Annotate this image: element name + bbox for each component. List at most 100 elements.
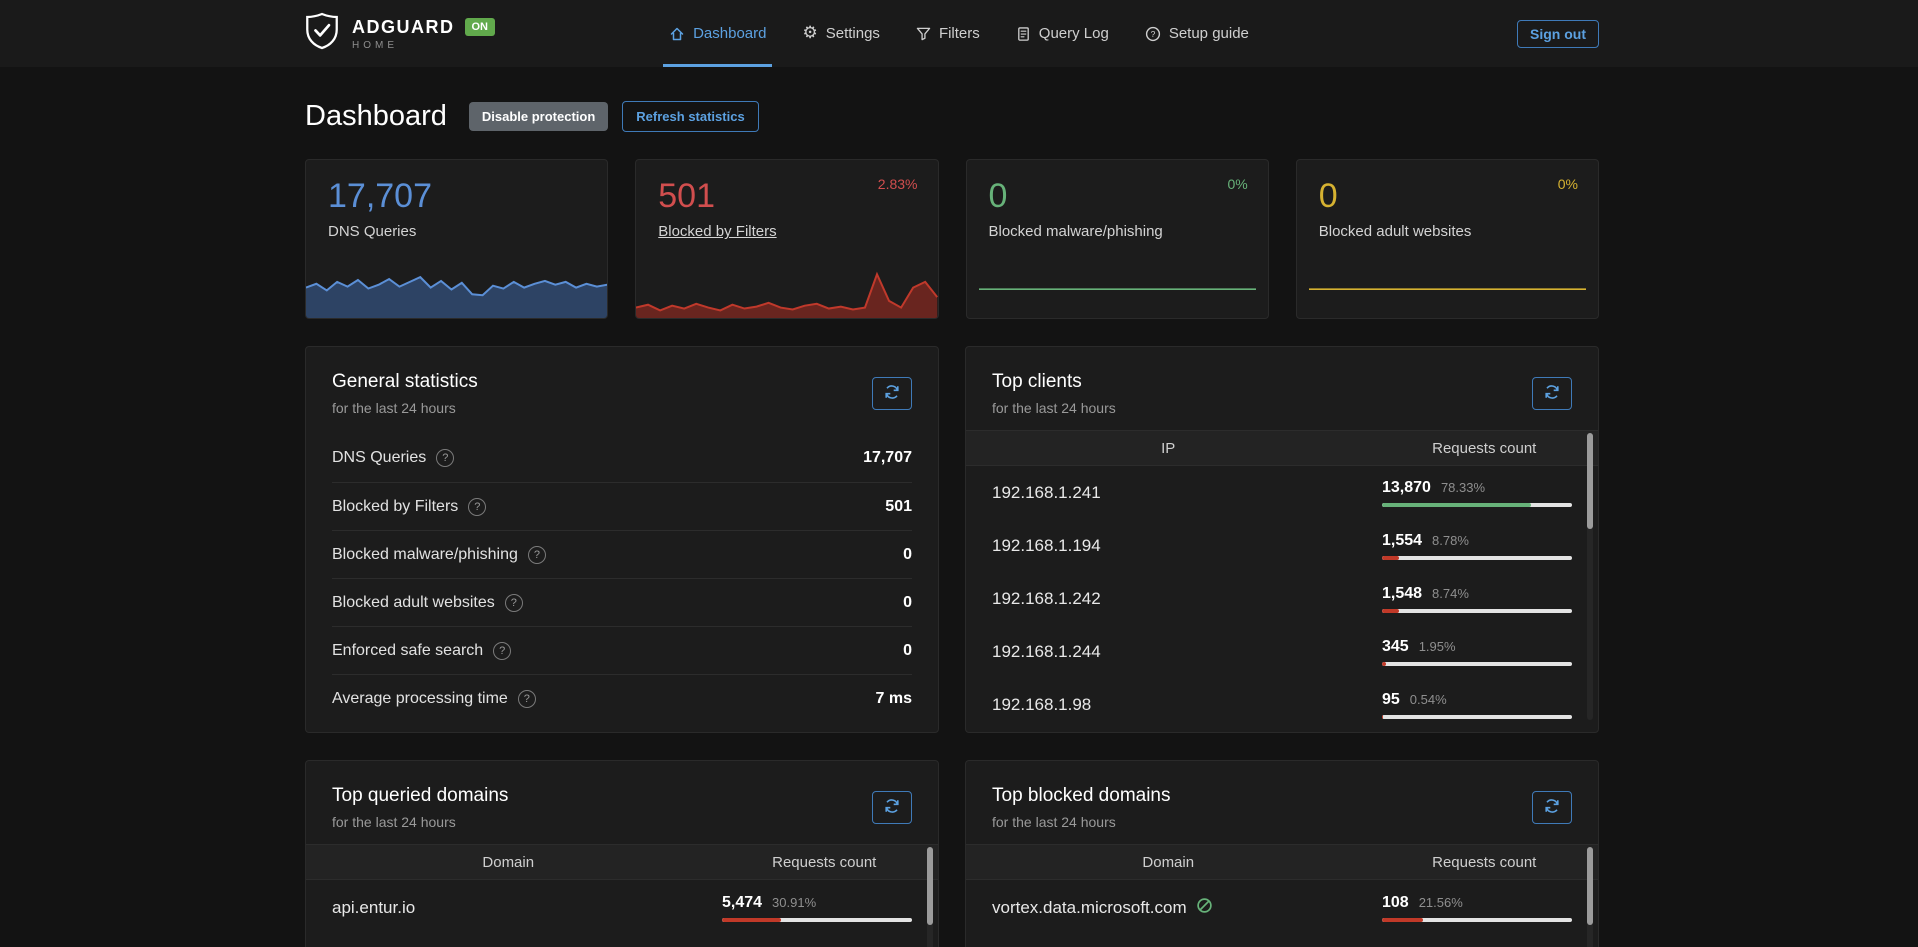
top-clients-panel: Top clients for the last 24 hours IP Req…	[965, 346, 1599, 733]
dns-queries-value: 17,707	[328, 178, 585, 215]
requests-bar	[1382, 503, 1572, 507]
refresh-top-blocked-button[interactable]	[1532, 791, 1572, 824]
list-item: Average processing time? 7 ms	[332, 674, 912, 722]
help-icon[interactable]: ?	[436, 449, 454, 467]
client-ip[interactable]: 192.168.1.242	[966, 589, 1382, 609]
adguard-home-app: ADGUARD ON HOME Dashboard ⚙ Settings	[0, 0, 1918, 947]
panels-row-2: Top queried domains for the last 24 hour…	[305, 760, 1599, 947]
panel-title: Top clients	[992, 371, 1116, 393]
requests-count: 95	[1382, 691, 1400, 709]
nav-item-label: Filters	[939, 25, 980, 42]
table-row: 192.168.1.194 1,5548.78%	[966, 519, 1598, 572]
sign-out-button[interactable]: Sign out	[1517, 20, 1599, 48]
blocked-malware-sparkline	[979, 282, 1256, 290]
help-icon[interactable]: ?	[518, 690, 536, 708]
column-header-ip: IP	[966, 440, 1370, 457]
client-ip[interactable]: 192.168.1.241	[966, 483, 1382, 503]
client-ip[interactable]: 192.168.1.98	[966, 695, 1382, 715]
panels-row-1: General statistics for the last 24 hours…	[305, 346, 1599, 733]
stat-row-label: Blocked by Filters	[332, 498, 458, 516]
client-ip[interactable]: 192.168.1.244	[966, 642, 1382, 662]
panel-title: General statistics	[332, 371, 478, 393]
brand: ADGUARD ON HOME	[305, 0, 495, 67]
nav-item-settings[interactable]: ⚙ Settings	[802, 0, 879, 67]
navbar: ADGUARD ON HOME Dashboard ⚙ Settings	[0, 0, 1918, 67]
queried-domain[interactable]: api.entur.io	[306, 898, 722, 918]
blocked-filters-link[interactable]: Blocked by Filters	[658, 223, 915, 240]
scrollbar-thumb[interactable]	[1587, 433, 1593, 529]
requests-cell: 1,5488.74%	[1382, 585, 1572, 613]
scrollbar-track[interactable]	[927, 847, 933, 947]
nav-item-dashboard[interactable]: Dashboard	[669, 0, 766, 67]
blocked-malware-label: Blocked malware/phishing	[989, 223, 1246, 240]
svg-text:?: ?	[1150, 29, 1155, 39]
blocked-domain[interactable]: vortex.data.microsoft.com	[966, 897, 1382, 919]
requests-percent: 78.33%	[1441, 480, 1485, 495]
help-icon[interactable]: ?	[468, 498, 486, 516]
stat-row-value: 0	[903, 594, 912, 612]
nav-item-setup-guide[interactable]: ? Setup guide	[1145, 0, 1249, 67]
disable-protection-button[interactable]: Disable protection	[469, 102, 608, 131]
requests-cell: 5,474 30.91%	[722, 894, 912, 922]
dns-queries-sparkline	[306, 262, 607, 318]
table-header: Domain Requests count	[306, 844, 938, 880]
refresh-top-clients-button[interactable]	[1532, 377, 1572, 410]
blocked-malware-value: 0	[989, 178, 1246, 215]
stat-row-label: Average processing time	[332, 690, 508, 708]
refresh-statistics-button[interactable]: Refresh statistics	[622, 101, 758, 132]
requests-bar	[1382, 662, 1572, 666]
blocked-adult-label: Blocked adult websites	[1319, 223, 1576, 240]
funnel-icon	[916, 26, 931, 41]
nav-item-filters[interactable]: Filters	[916, 0, 980, 67]
requests-bar	[722, 918, 912, 922]
adguard-shield-logo-icon	[305, 12, 339, 55]
stat-row-label: Blocked malware/phishing	[332, 546, 518, 564]
scrollbar-track[interactable]	[1587, 433, 1593, 720]
blocked-adult-percent: 0%	[1558, 176, 1578, 192]
main-content: Dashboard Disable protection Refresh sta…	[305, 100, 1599, 947]
requests-percent: 30.91%	[772, 895, 816, 910]
requests-percent: 8.74%	[1432, 586, 1469, 601]
requests-count: 1,554	[1382, 532, 1422, 550]
stat-card-blocked-malware: 0% 0 Blocked malware/phishing	[966, 159, 1269, 319]
general-stats-list: DNS Queries? 17,707 Blocked by Filters? …	[306, 430, 938, 732]
requests-cell: 1,5548.78%	[1382, 532, 1572, 560]
top-blocked-domains-panel: Top blocked domains for the last 24 hour…	[965, 760, 1599, 947]
table-header: Domain Requests count	[966, 844, 1598, 880]
panel-subtitle: for the last 24 hours	[992, 814, 1171, 830]
help-icon[interactable]: ?	[493, 642, 511, 660]
stat-card-blocked-adult: 0% 0 Blocked adult websites	[1296, 159, 1599, 319]
stat-row-value: 17,707	[863, 449, 912, 467]
table-row: 192.168.1.244 3451.95%	[966, 625, 1598, 678]
table-row: 192.168.1.242 1,5488.74%	[966, 572, 1598, 625]
client-ip[interactable]: 192.168.1.194	[966, 536, 1382, 556]
stat-row-label: Enforced safe search	[332, 642, 483, 660]
nav-item-label: Setup guide	[1169, 25, 1249, 42]
scrollbar-thumb[interactable]	[927, 847, 933, 925]
requests-cell: 10821.56%	[1382, 894, 1572, 922]
stat-card-dns-queries: 17,707 DNS Queries	[305, 159, 608, 319]
scrollbar-thumb[interactable]	[1587, 847, 1593, 925]
requests-percent: 0.54%	[1410, 692, 1447, 707]
table-row: api.entur.io 5,474 30.91%	[306, 880, 938, 936]
column-header-domain: Domain	[306, 854, 710, 871]
requests-count: 13,870	[1382, 479, 1431, 497]
nav-item-query-log[interactable]: Query Log	[1016, 0, 1109, 67]
scrollbar-track[interactable]	[1587, 847, 1593, 947]
refresh-general-stats-button[interactable]	[872, 377, 912, 410]
brand-title: ADGUARD	[352, 17, 455, 38]
refresh-top-queried-button[interactable]	[872, 791, 912, 824]
stat-row-label: Blocked adult websites	[332, 594, 495, 612]
stat-row-value: 0	[903, 546, 912, 564]
brand-subtitle: HOME	[352, 40, 495, 51]
help-icon[interactable]: ?	[505, 594, 523, 612]
top-queried-domains-panel: Top queried domains for the last 24 hour…	[305, 760, 939, 947]
gear-icon: ⚙	[802, 25, 817, 42]
nav-items: Dashboard ⚙ Settings Filters Query Log	[669, 0, 1249, 67]
requests-count: 5,474	[722, 894, 762, 912]
nav-item-label: Settings	[826, 25, 880, 42]
requests-cell: 3451.95%	[1382, 638, 1572, 666]
help-icon[interactable]: ?	[528, 546, 546, 564]
refresh-icon	[1544, 798, 1560, 817]
blocked-slash-circle-icon	[1196, 897, 1213, 919]
